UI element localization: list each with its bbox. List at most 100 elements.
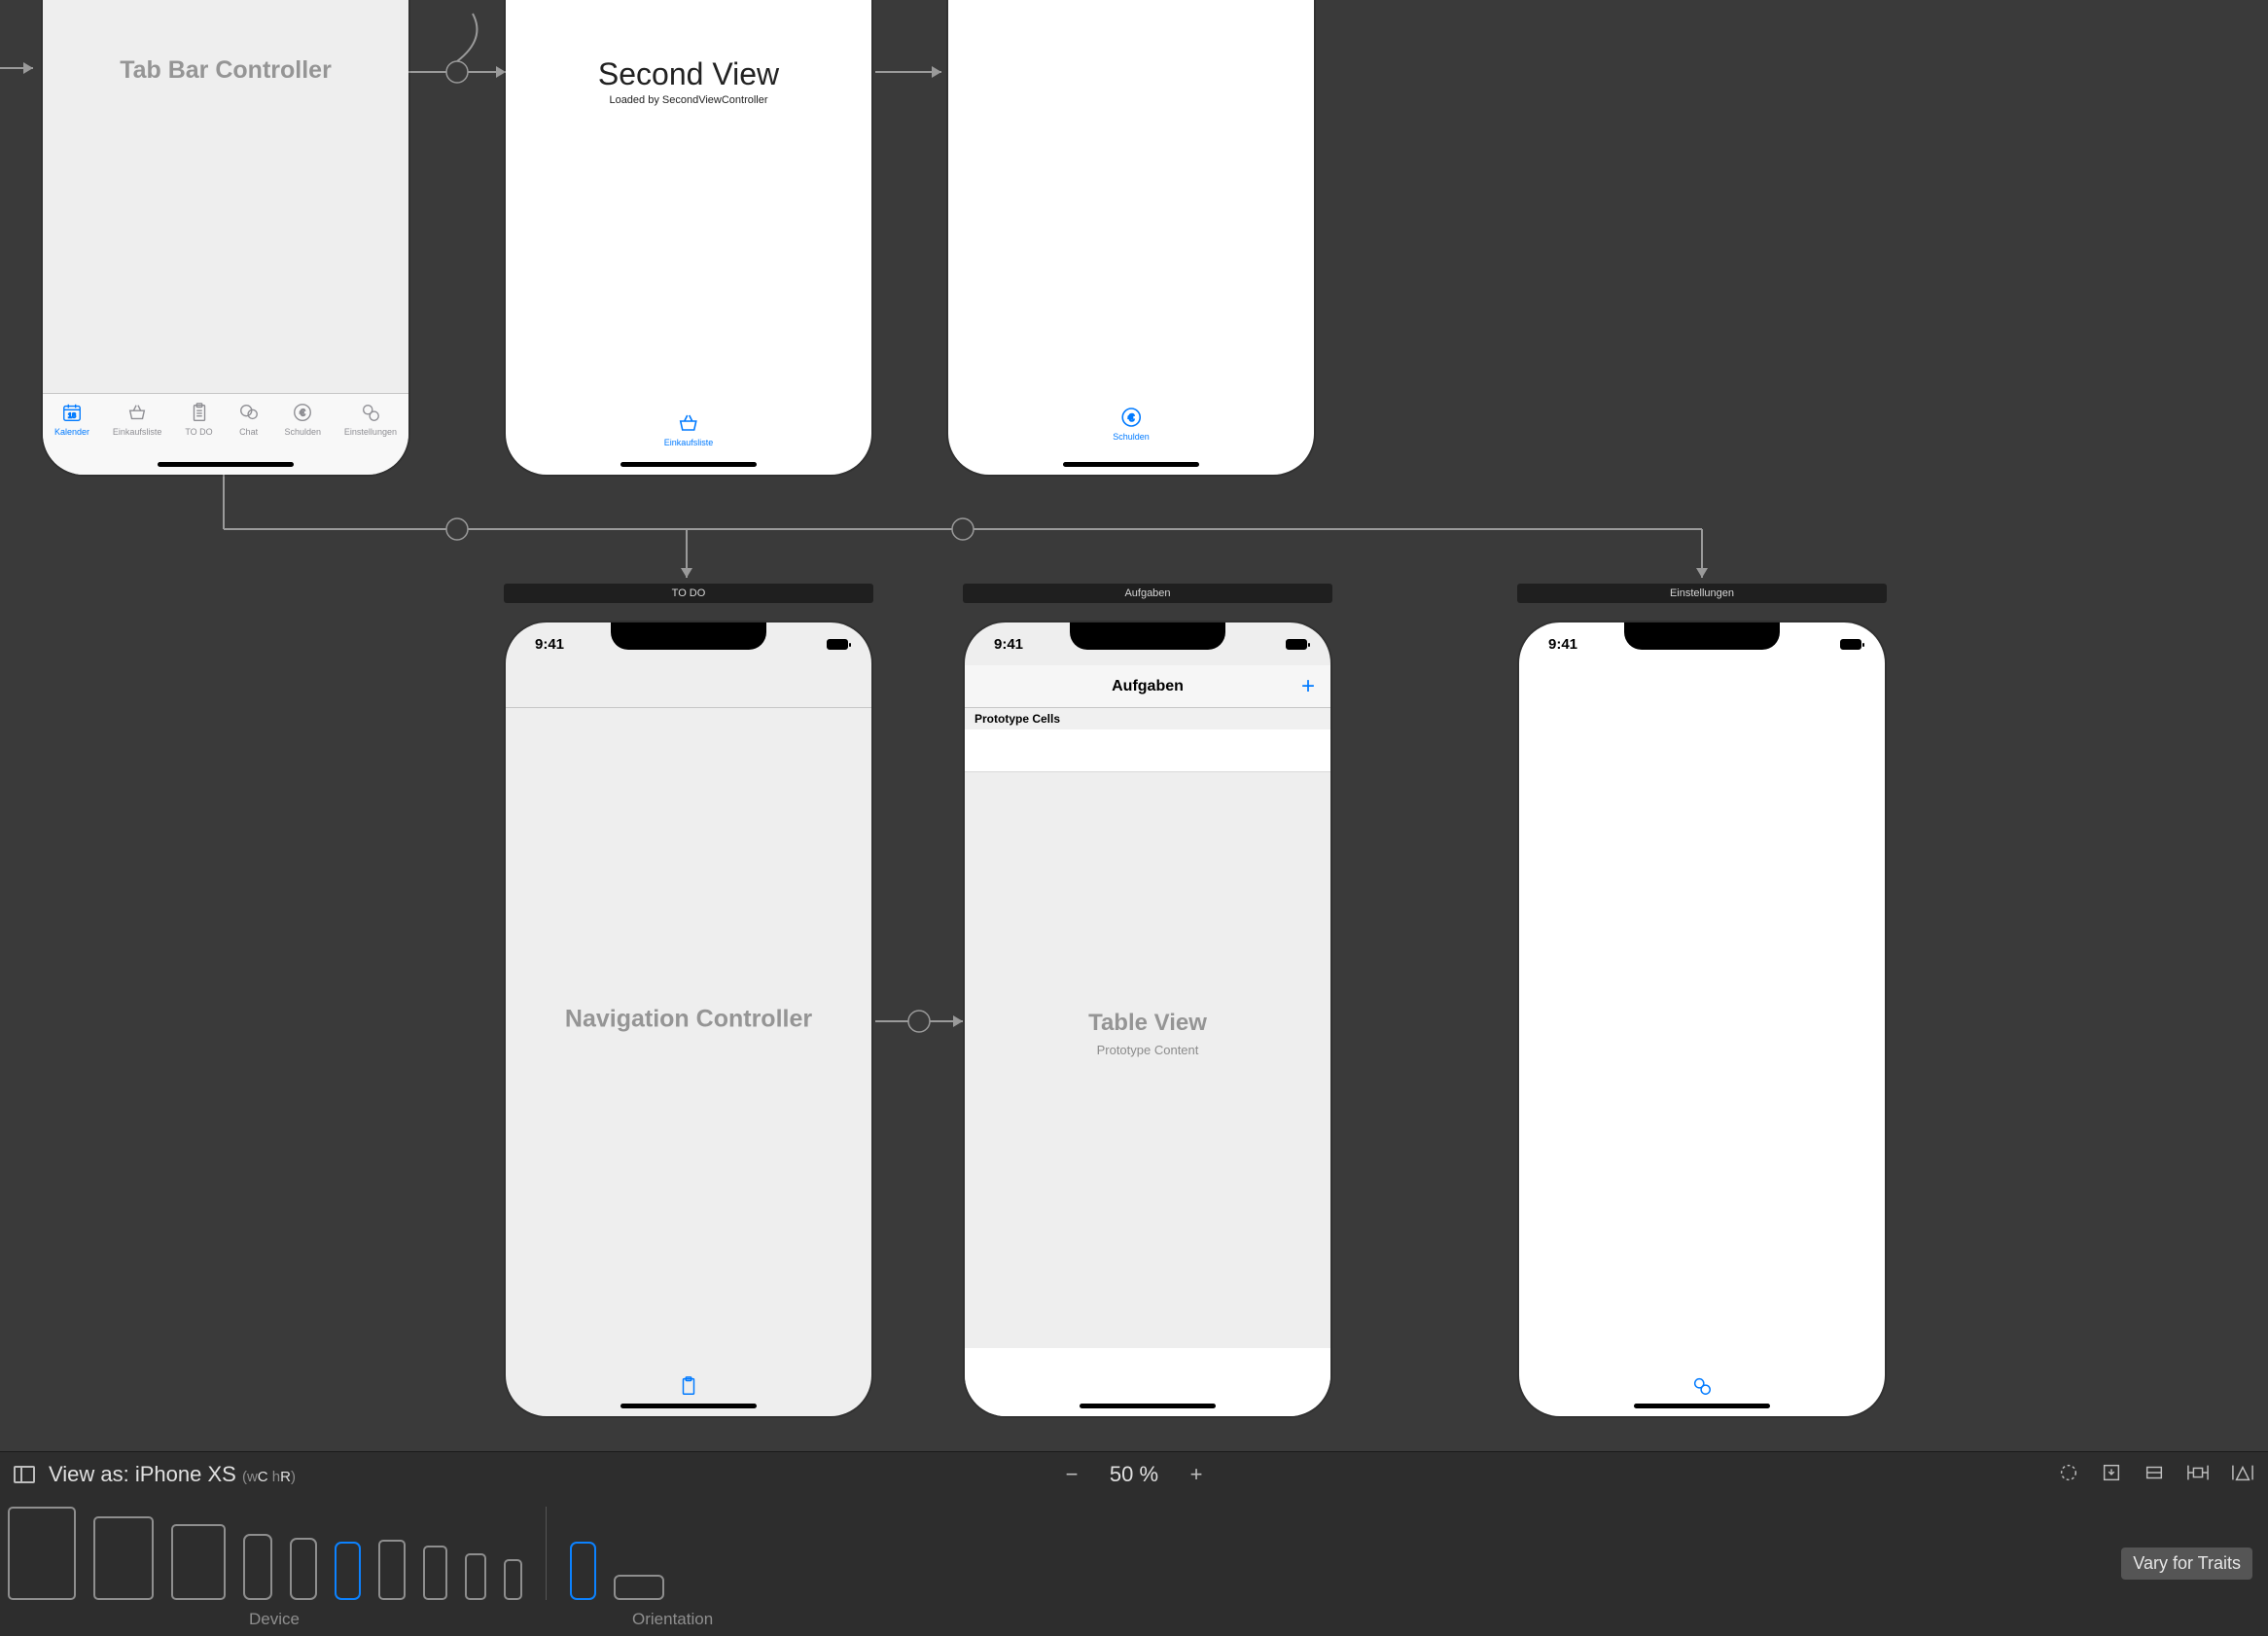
- tab-schulden[interactable]: € Schulden: [284, 400, 321, 437]
- scene-einstellungen[interactable]: 9:41: [1519, 622, 1885, 1416]
- tab-einstellungen[interactable]: Einstellungen: [344, 400, 397, 437]
- second-view-title: Second View: [506, 56, 871, 92]
- tab-label: Chat: [239, 427, 258, 437]
- tabbar-controller-label: Tab Bar Controller: [43, 56, 408, 85]
- zoom-out-button[interactable]: −: [1062, 1462, 1081, 1487]
- device-iphone-se[interactable]: [465, 1553, 486, 1600]
- scene-navigation-controller[interactable]: 9:41 Navigation Controller: [506, 622, 871, 1416]
- tab-chat[interactable]: Chat: [236, 400, 262, 437]
- home-indicator: [1063, 462, 1199, 467]
- chat-icon: [236, 400, 262, 425]
- euro-icon: €: [1118, 405, 1144, 430]
- prototype-header: Prototype Cells: [965, 708, 1330, 729]
- orientation-label: Orientation: [632, 1610, 713, 1629]
- tab-label: Einkaufsliste: [113, 427, 162, 437]
- tab-label: TO DO: [185, 427, 212, 437]
- viewas-row: View as: iPhone XS (wC hR) − 50 % +: [0, 1452, 2268, 1497]
- scene-tabbar-controller[interactable]: Tab Bar Controller 18 Kalender Einkaufsl…: [43, 0, 408, 475]
- scene-title-todo[interactable]: TO DO: [504, 584, 873, 603]
- battery-icon: [1286, 639, 1307, 650]
- orientation-landscape[interactable]: [614, 1575, 664, 1600]
- svg-text:€: €: [1128, 412, 1134, 424]
- tab-kalender[interactable]: 18 Kalender: [54, 400, 89, 437]
- battery-icon: [1840, 639, 1861, 650]
- notch: [1070, 622, 1225, 650]
- device-iphone-xs-max[interactable]: [243, 1534, 272, 1600]
- table-view-sublabel: Prototype Content: [965, 1043, 1330, 1057]
- nav-header-blank: [506, 665, 871, 708]
- device-ipad[interactable]: [171, 1524, 226, 1600]
- viewas-device: iPhone XS: [135, 1462, 236, 1486]
- gear-icon: [358, 400, 383, 425]
- zoom-in-button[interactable]: +: [1187, 1462, 1206, 1487]
- device-iphone-8[interactable]: [423, 1546, 447, 1600]
- embed-in-icon[interactable]: [2101, 1462, 2122, 1488]
- orientation-portrait[interactable]: [570, 1542, 596, 1600]
- home-indicator: [1080, 1404, 1216, 1408]
- tab-label: Kalender: [54, 427, 89, 437]
- nav-controller-label: Navigation Controller: [506, 1006, 871, 1034]
- update-frames-icon[interactable]: [2058, 1462, 2079, 1488]
- home-indicator: [158, 462, 294, 467]
- size-class: (wC hR): [242, 1469, 296, 1485]
- home-indicator: [620, 1404, 757, 1408]
- notch: [1624, 622, 1780, 650]
- device-iphone-xr[interactable]: [290, 1538, 317, 1600]
- table-view-label: Table View: [965, 1010, 1330, 1037]
- tab-label: Schulden: [284, 427, 321, 437]
- scene-aufgaben[interactable]: 9:41 Aufgaben + Prototype Cells Table Vi…: [965, 622, 1330, 1416]
- scene-title-einstellungen[interactable]: Einstellungen: [1517, 584, 1887, 603]
- device-ipad-pro-11[interactable]: [93, 1516, 154, 1600]
- tab-label: Schulden: [1113, 432, 1150, 442]
- device-picker: Device Orientation: [0, 1497, 2268, 1600]
- scene-title-aufgaben[interactable]: Aufgaben: [963, 584, 1332, 603]
- add-button[interactable]: +: [1301, 673, 1315, 700]
- svg-text:18: 18: [68, 411, 76, 420]
- bottom-tab-einkauf[interactable]: Einkaufsliste: [664, 410, 714, 447]
- device-iphone-8-plus[interactable]: [378, 1540, 406, 1600]
- device-label: Device: [249, 1610, 300, 1629]
- scene-second-view[interactable]: Second View Loaded by SecondViewControll…: [506, 0, 871, 475]
- status-time: 9:41: [535, 636, 564, 653]
- tab-label: Einkaufsliste: [664, 438, 714, 447]
- svg-text:€: €: [300, 409, 305, 419]
- vary-for-traits-button[interactable]: Vary for Traits: [2121, 1547, 2252, 1580]
- status-time: 9:41: [994, 636, 1023, 653]
- device-iphone-4s[interactable]: [504, 1559, 522, 1600]
- storyboard-canvas[interactable]: Tab Bar Controller 18 Kalender Einkaufsl…: [0, 0, 2268, 1636]
- tab-label: Einstellungen: [344, 427, 397, 437]
- notch: [611, 622, 766, 650]
- viewas-prefix: View as:: [49, 1462, 135, 1486]
- basket-icon: [124, 400, 150, 425]
- scene-schulden[interactable]: € Schulden: [948, 0, 1314, 475]
- align-icon[interactable]: [2144, 1462, 2165, 1488]
- clipboard-icon: [187, 400, 212, 425]
- panel-toggle-icon[interactable]: [14, 1466, 35, 1483]
- device-iphone-xs[interactable]: [335, 1542, 361, 1600]
- prototype-section: Prototype Cells: [965, 708, 1330, 772]
- nav-header-aufgaben: Aufgaben +: [965, 665, 1330, 708]
- calendar-icon: 18: [59, 400, 85, 425]
- bottom-tab-todo[interactable]: [676, 1373, 701, 1399]
- euro-icon: €: [290, 400, 315, 425]
- basket-icon: [676, 410, 701, 436]
- device-configuration-bar: View as: iPhone XS (wC hR) − 50 % +: [0, 1451, 2268, 1636]
- tab-todo[interactable]: TO DO: [185, 400, 212, 437]
- home-indicator: [1634, 1404, 1770, 1408]
- zoom-level: 50 %: [1105, 1462, 1163, 1487]
- home-indicator: [620, 462, 757, 467]
- status-time: 9:41: [1548, 636, 1577, 653]
- divider: [546, 1507, 547, 1600]
- second-view-subtitle: Loaded by SecondViewController: [506, 94, 871, 106]
- viewas-label[interactable]: View as: iPhone XS (wC hR): [49, 1462, 296, 1487]
- clipboard-icon: [676, 1373, 701, 1399]
- tab-einkaufsliste[interactable]: Einkaufsliste: [113, 400, 162, 437]
- layout-actions: [2058, 1452, 2254, 1497]
- bottom-tab-schulden[interactable]: € Schulden: [1113, 405, 1150, 442]
- bottom-tab-einstellungen[interactable]: [1689, 1373, 1715, 1399]
- device-ipad-pro-12[interactable]: [8, 1507, 76, 1600]
- prototype-cell[interactable]: [965, 729, 1330, 772]
- resolve-issues-icon[interactable]: [2231, 1462, 2254, 1488]
- pin-icon[interactable]: [2186, 1462, 2210, 1488]
- nav-title: Aufgaben: [1112, 678, 1184, 695]
